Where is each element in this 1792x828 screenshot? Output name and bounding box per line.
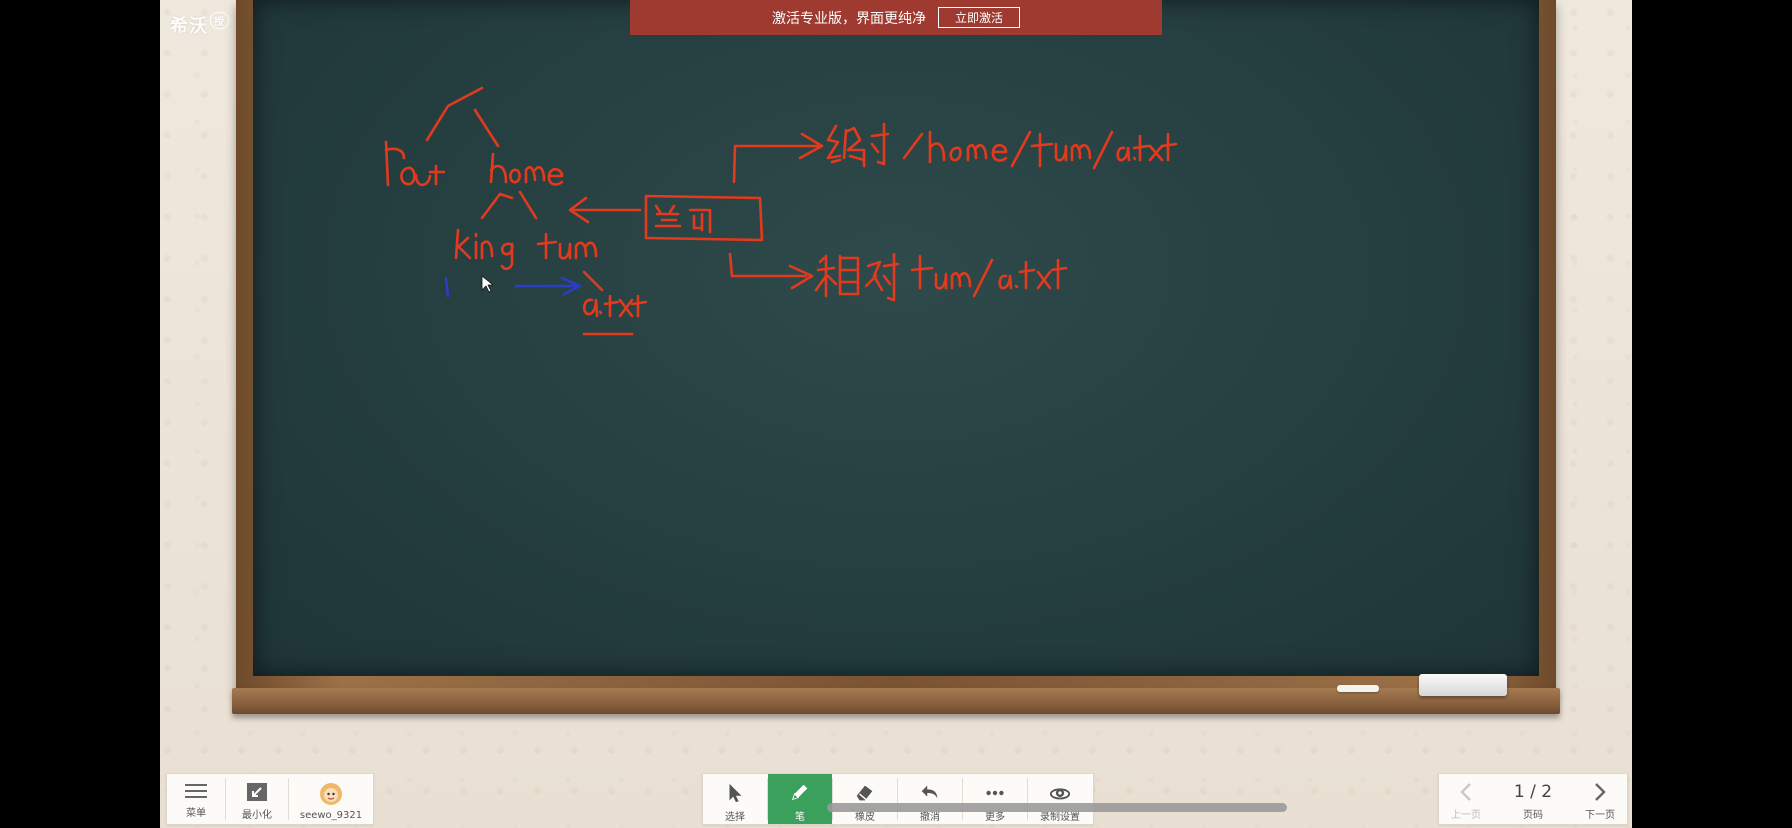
tool-undo-button[interactable]: 撤消 (898, 774, 962, 824)
page-label: 页码 (1523, 810, 1543, 821)
mouse-cursor (481, 275, 494, 293)
user-label: seewo_9321 (299, 810, 363, 821)
menu-label: 菜单 (186, 808, 206, 819)
prev-page-button[interactable]: 上一页 (1439, 774, 1493, 824)
page-number: 1 / 2 (1513, 782, 1553, 802)
more-icon (986, 790, 1004, 796)
pager-panel: 上一页 1 / 2 页码 下一页 (1438, 773, 1628, 825)
menu-button[interactable]: 菜单 (167, 774, 225, 824)
eraser-icon (856, 785, 873, 801)
left-panel: 菜单 最小化 seewo_9321 (166, 773, 374, 825)
hamburger-icon (185, 784, 207, 798)
minimize-button[interactable]: 最小化 (226, 774, 288, 824)
next-page-label: 下一页 (1585, 810, 1615, 821)
tool-eraser-button[interactable]: 橡皮 (833, 774, 897, 824)
chevron-right-icon (1595, 783, 1606, 801)
chevron-left-icon (1460, 783, 1471, 801)
next-page-button[interactable]: 下一页 (1573, 774, 1627, 824)
user-button[interactable]: seewo_9321 (289, 774, 373, 824)
pen-icon (791, 784, 808, 801)
prev-page-label: 上一页 (1451, 810, 1481, 821)
tool-more-button[interactable]: 更多 (963, 774, 1027, 824)
tool-panel: 选择 笔 橡皮 撤消 更多 录制设置 (702, 773, 1094, 825)
minimize-label: 最小化 (242, 810, 272, 821)
handwriting-layer (384, 86, 1178, 336)
avatar-icon (320, 783, 342, 805)
tool-pen-button[interactable]: 笔 (768, 774, 832, 824)
record-icon (1049, 788, 1071, 800)
cursor-icon (729, 783, 742, 803)
tool-label: 笔 (795, 812, 805, 823)
tool-record-button[interactable]: 录制设置 (1028, 774, 1092, 824)
minimize-icon (247, 783, 267, 801)
undo-icon (921, 785, 938, 799)
horizontal-scrollbar[interactable] (827, 803, 1287, 812)
whiteboard-app: 希沃授 激活专业版，界面更纯净 立即激活 菜单 最小化 seewo_9321 选… (160, 0, 1632, 828)
tool-label: 选择 (725, 812, 745, 823)
page-indicator[interactable]: 1 / 2 页码 (1493, 774, 1573, 824)
tool-select-button[interactable]: 选择 (703, 774, 767, 824)
